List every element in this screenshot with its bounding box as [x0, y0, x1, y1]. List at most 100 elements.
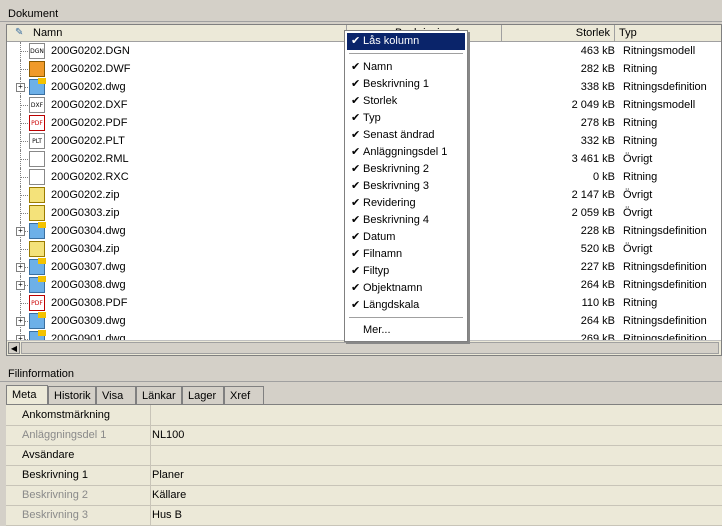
menu-item-label: Beskrivning 1 — [363, 78, 430, 90]
tab-xref[interactable]: Xref — [224, 386, 264, 404]
file-size: 2 049 kB — [571, 99, 615, 111]
file-size: 227 kB — [580, 261, 615, 273]
tree-branch — [21, 123, 28, 124]
file-size: 278 kB — [580, 117, 615, 129]
tree-branch — [21, 195, 28, 196]
menu-item-column[interactable]: ✔ Beskrivning 3 — [347, 178, 465, 195]
horizontal-scrollbar[interactable]: ◀ — [7, 340, 721, 355]
check-icon: ✔ — [351, 299, 361, 311]
document-panel-title-text: Dokument — [8, 8, 59, 20]
property-row[interactable]: Beskrivning 1 Planer — [6, 465, 722, 486]
menu-item-column[interactable]: ✔ Datum — [347, 229, 465, 246]
tree-branch — [21, 213, 28, 214]
property-value[interactable]: Källare — [152, 485, 186, 505]
check-icon: ✔ — [351, 163, 361, 175]
menu-item-column[interactable]: ✔ Beskrivning 1 — [347, 76, 465, 93]
check-icon: ✔ — [351, 129, 361, 141]
tab-visa[interactable]: Visa — [96, 386, 136, 404]
property-row[interactable]: Avsändare — [6, 445, 722, 466]
file-size: 338 kB — [580, 81, 615, 93]
menu-item-label: Filtyp — [363, 265, 390, 277]
check-icon: ✔ — [351, 231, 361, 243]
tree-branch — [21, 303, 28, 304]
menu-item-label: Objektnamn — [363, 282, 423, 294]
expand-icon[interactable]: + — [16, 317, 25, 326]
file-name: 200G0304.dwg — [51, 225, 126, 237]
fileinfo-panel-title: Filinformation — [0, 366, 722, 382]
check-icon: ✔ — [351, 112, 361, 124]
tab-historik[interactable]: Historik — [48, 386, 96, 404]
menu-item-more[interactable]: Mer... — [347, 322, 465, 339]
expand-icon[interactable]: + — [16, 263, 25, 272]
menu-item-lock-column[interactable]: ✔ Lås kolumn — [347, 33, 465, 50]
property-key: Beskrivning 3 — [22, 509, 89, 521]
tab-meta[interactable]: Meta — [6, 385, 48, 404]
file-type: Övrigt — [623, 207, 653, 219]
column-header-type[interactable]: Typ — [615, 25, 721, 41]
property-value[interactable]: Planer — [152, 465, 184, 485]
check-icon: ✔ — [351, 248, 361, 260]
file-size: 228 kB — [580, 225, 615, 237]
expand-icon[interactable]: + — [16, 227, 25, 236]
menu-item-label: Senast ändrad — [363, 129, 435, 141]
tree-branch — [21, 177, 28, 178]
check-icon: ✔ — [351, 265, 361, 277]
expand-icon[interactable]: + — [16, 281, 25, 290]
menu-item-column[interactable]: ✔ Typ — [347, 110, 465, 127]
menu-item-column[interactable]: ✔ Beskrivning 2 — [347, 161, 465, 178]
property-key: Ankomstmärkning — [22, 409, 111, 421]
dwf-file-icon — [29, 61, 45, 77]
expand-icon[interactable]: + — [16, 83, 25, 92]
file-type: Ritningsdefinition — [623, 279, 707, 291]
menu-item-column[interactable]: ✔ Längdskala — [347, 297, 465, 314]
check-icon: ✔ — [351, 95, 361, 107]
column-type-label: Typ — [619, 27, 637, 39]
property-value[interactable]: Hus B — [152, 505, 182, 525]
tree-branch — [21, 249, 28, 250]
file-name: 200G0202.PDF — [51, 117, 128, 129]
file-size: 2 059 kB — [571, 207, 615, 219]
property-row[interactable]: Beskrivning 2 Källare — [6, 485, 722, 506]
dwg-file-icon — [29, 78, 46, 95]
menu-item-column[interactable]: ✔ Senast ändrad — [347, 127, 465, 144]
rxc-file-icon — [29, 169, 45, 185]
file-size: 2 147 kB — [571, 189, 615, 201]
property-value[interactable]: NL100 — [152, 425, 184, 445]
property-row[interactable]: Beskrivning 3 Hus B — [6, 505, 722, 526]
document-panel-title: Dokument — [0, 6, 722, 22]
check-icon: ✔ — [351, 78, 361, 90]
property-row[interactable]: Anläggningsdel 1 NL100 — [6, 425, 722, 446]
menu-separator — [349, 317, 463, 319]
file-type: Ritningsdefinition — [623, 261, 707, 273]
menu-item-column[interactable]: ✔ Revidering — [347, 195, 465, 212]
menu-item-label: Datum — [363, 231, 396, 243]
tree-branch — [21, 159, 28, 160]
menu-item-column[interactable]: ✔ Filtyp — [347, 263, 465, 280]
tree-branch — [21, 69, 28, 70]
scrollbar-thumb[interactable] — [21, 342, 719, 354]
menu-item-label: Filnamn — [363, 248, 403, 260]
property-key: Avsändare — [22, 449, 75, 461]
tab-länkar[interactable]: Länkar — [136, 386, 182, 404]
file-type: Ritningsdefinition — [623, 315, 707, 327]
menu-item-label: Beskrivning 2 — [363, 163, 430, 175]
tree-branch — [21, 141, 28, 142]
column-header-size[interactable]: Storlek — [502, 25, 615, 41]
file-size: 264 kB — [580, 279, 615, 291]
menu-item-column[interactable]: ✔ Filnamn — [347, 246, 465, 263]
menu-item-column[interactable]: ✔ Anläggningsdel 1 — [347, 144, 465, 161]
menu-item-column[interactable]: ✔ Namn — [347, 59, 465, 76]
property-row[interactable]: Ankomstmärkning — [6, 405, 722, 426]
file-type: Ritningsdefinition — [623, 81, 707, 93]
column-header-name[interactable]: ✎ Namn — [7, 25, 347, 41]
properties-grid: Ankomstmärkning Anläggningsdel 1 NL100 Avsä… — [6, 404, 722, 526]
menu-item-column[interactable]: ✔ Objektnamn — [347, 280, 465, 297]
menu-item-column[interactable]: ✔ Storlek — [347, 93, 465, 110]
check-icon: ✔ — [351, 282, 361, 294]
file-type: Ritning — [623, 117, 658, 129]
menu-item-label: Typ — [363, 112, 381, 124]
scroll-left-icon[interactable]: ◀ — [8, 342, 20, 354]
menu-item-column[interactable]: ✔ Beskrivning 4 — [347, 212, 465, 229]
dwg-file-icon — [29, 312, 46, 329]
tab-lager[interactable]: Lager — [182, 386, 224, 404]
